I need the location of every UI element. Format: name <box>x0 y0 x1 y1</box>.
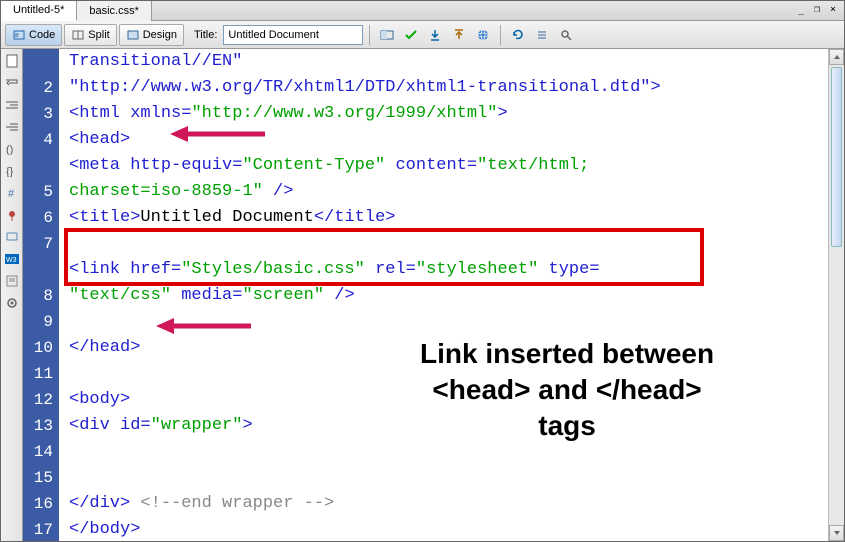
line-number: 10 <box>23 335 53 361</box>
svg-text:W3: W3 <box>6 257 17 264</box>
vertical-scrollbar[interactable] <box>828 49 844 541</box>
code-line[interactable]: Transitional//EN" <box>69 49 828 75</box>
split-button[interactable]: Split <box>64 24 116 46</box>
close-icon[interactable]: × <box>826 3 840 17</box>
line-number: 6 <box>23 205 53 231</box>
code-line[interactable]: <title>Untitled Document</title> <box>69 205 828 231</box>
snippets-icon[interactable] <box>4 273 20 289</box>
code-line[interactable]: charset=iso-8859-1" /> <box>69 179 828 205</box>
code-line[interactable]: <link href="Styles/basic.css" rel="style… <box>69 257 828 283</box>
code-line[interactable]: </body> <box>69 517 828 541</box>
title-label: Title: <box>194 29 217 41</box>
download-icon[interactable] <box>424 24 446 46</box>
line-number <box>23 153 53 179</box>
split-view-icon[interactable] <box>376 24 398 46</box>
code-line[interactable] <box>69 309 828 335</box>
svg-text:{}: {} <box>6 166 14 177</box>
scroll-down-icon[interactable] <box>829 525 844 541</box>
split-icon <box>71 28 85 42</box>
code-line[interactable]: "text/css" media="screen" /> <box>69 283 828 309</box>
code-line[interactable]: </div> <!--end wrapper --> <box>69 491 828 517</box>
code-line[interactable]: "http://www.w3.org/TR/xhtml1/DTD/xhtml1-… <box>69 75 828 101</box>
code-line[interactable]: <div id="wrapper"> <box>69 413 828 439</box>
line-number <box>23 257 53 283</box>
code-button[interactable]: Code <box>5 24 62 46</box>
main-area: () {} # W3 23456789101112131415161718 Tr… <box>1 49 844 541</box>
line-number: 16 <box>23 491 53 517</box>
code-line[interactable]: <head> <box>69 127 828 153</box>
line-number: 7 <box>23 231 53 257</box>
search-icon[interactable] <box>555 24 577 46</box>
upload-icon[interactable] <box>448 24 470 46</box>
svg-text:(): () <box>6 144 13 155</box>
design-icon <box>126 28 140 42</box>
code-area[interactable]: Transitional//EN""http://www.w3.org/TR/x… <box>59 49 828 541</box>
line-number: 2 <box>23 75 53 101</box>
code-line[interactable]: <html xmlns="http://www.w3.org/1999/xhtm… <box>69 101 828 127</box>
minimize-icon[interactable]: _ <box>794 3 808 17</box>
toolbar: Code Split Design Title: <box>1 21 844 49</box>
list-icon[interactable] <box>531 24 553 46</box>
line-number: 8 <box>23 283 53 309</box>
paren-icon[interactable]: () <box>4 141 20 157</box>
tab-basic-css[interactable]: basic.css* <box>77 1 152 21</box>
design-button[interactable]: Design <box>119 24 184 46</box>
line-number: 9 <box>23 309 53 335</box>
wrap-icon[interactable] <box>4 75 20 91</box>
scroll-up-icon[interactable] <box>829 49 844 65</box>
title-input[interactable] <box>223 25 363 45</box>
refresh-icon[interactable] <box>507 24 529 46</box>
line-number: 14 <box>23 439 53 465</box>
line-number: 11 <box>23 361 53 387</box>
indent-icon[interactable] <box>4 97 20 113</box>
line-gutter: 23456789101112131415161718 <box>23 49 59 541</box>
line-number: 15 <box>23 465 53 491</box>
gear-icon[interactable] <box>4 295 20 311</box>
code-line[interactable] <box>69 361 828 387</box>
side-toolbar: () {} # W3 <box>1 49 23 541</box>
code-editor[interactable]: 23456789101112131415161718 Transitional/… <box>23 49 844 541</box>
globe-icon[interactable] <box>472 24 494 46</box>
restore-icon[interactable]: ❐ <box>810 3 824 17</box>
w3c-icon[interactable]: W3 <box>4 251 20 267</box>
code-icon <box>12 28 26 42</box>
code-line[interactable] <box>69 439 828 465</box>
document-icon[interactable] <box>4 53 20 69</box>
code-line[interactable]: </head> <box>69 335 828 361</box>
tab-bar: Untitled-5* basic.css* _ ❐ × <box>1 1 844 21</box>
line-number: 3 <box>23 101 53 127</box>
window-controls: _ ❐ × <box>794 3 840 17</box>
line-number: 13 <box>23 413 53 439</box>
line-number: 12 <box>23 387 53 413</box>
check-icon[interactable] <box>400 24 422 46</box>
code-line[interactable] <box>69 465 828 491</box>
line-number: 5 <box>23 179 53 205</box>
line-number <box>23 49 53 75</box>
hash-icon[interactable]: # <box>4 185 20 201</box>
comment-icon[interactable] <box>4 229 20 245</box>
line-number: 17 <box>23 517 53 541</box>
outdent-icon[interactable] <box>4 119 20 135</box>
tab-untitled[interactable]: Untitled-5* <box>1 1 77 21</box>
line-number: 4 <box>23 127 53 153</box>
scroll-thumb[interactable] <box>831 67 842 247</box>
code-line[interactable]: <meta http-equiv="Content-Type" content=… <box>69 153 828 179</box>
pin-icon[interactable] <box>4 207 20 223</box>
brace-icon[interactable]: {} <box>4 163 20 179</box>
code-line[interactable] <box>69 231 828 257</box>
code-line[interactable]: <body> <box>69 387 828 413</box>
svg-text:#: # <box>8 188 15 199</box>
